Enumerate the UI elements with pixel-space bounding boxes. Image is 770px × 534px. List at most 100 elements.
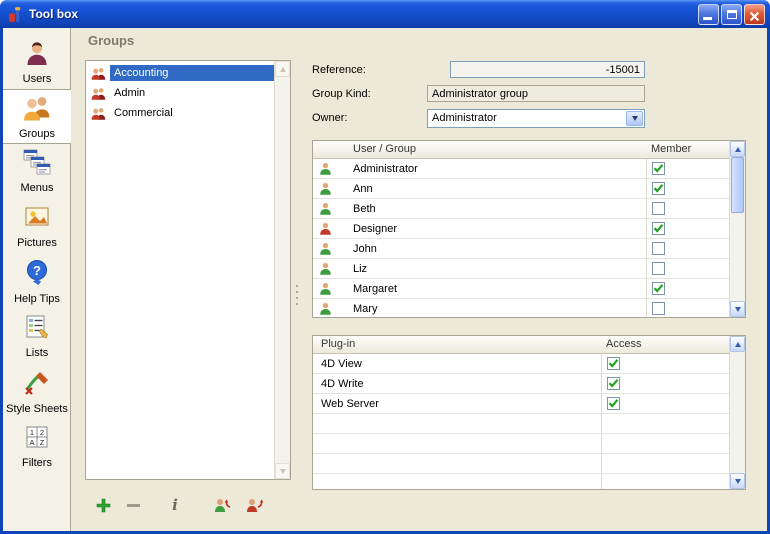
scroll-thumb[interactable]: [731, 157, 744, 213]
reference-field[interactable]: -15001: [450, 61, 645, 78]
plugin-row[interactable]: Web Server: [313, 394, 729, 414]
sidebar-item-pictures[interactable]: Pictures: [3, 199, 71, 254]
sidebar-item-label: Menus: [20, 182, 53, 194]
user-icon: [319, 162, 332, 175]
plugins-table-header: Plug-in Access: [313, 336, 729, 354]
groups-list-rows: Accounting Admin Commercial: [86, 63, 274, 123]
member-checkbox[interactable]: [652, 182, 665, 195]
toolbox-icon: [7, 5, 25, 23]
owner-label: Owner:: [312, 112, 347, 124]
scroll-down-button[interactable]: [730, 301, 745, 317]
group-list-item[interactable]: Accounting: [86, 63, 274, 83]
plugin-access-checkbox[interactable]: [607, 357, 620, 370]
sidebar-item-groups[interactable]: Groups: [3, 89, 71, 144]
plugins-scrollbar[interactable]: [729, 336, 745, 489]
add-group-button[interactable]: [93, 496, 113, 514]
sidebar-item-label: Help Tips: [14, 293, 60, 305]
member-checkbox[interactable]: [652, 282, 665, 295]
svg-text:1: 1: [30, 428, 34, 437]
arrow-up-icon: [735, 147, 741, 152]
group-list-item[interactable]: Admin: [86, 83, 274, 103]
plugin-row[interactable]: 4D Write: [313, 374, 729, 394]
filters-icon: 1 2 A Z: [24, 424, 50, 455]
member-checkbox[interactable]: [652, 262, 665, 275]
member-row[interactable]: Liz: [313, 259, 729, 279]
plugin-empty-row: [313, 454, 729, 474]
sidebar-item-menus[interactable]: Menus: [3, 144, 71, 199]
member-name: Ann: [353, 183, 373, 195]
scroll-down-button[interactable]: [730, 473, 745, 489]
sidebar-item-style-sheets[interactable]: Style Sheets: [3, 364, 71, 419]
plugin-row[interactable]: 4D View: [313, 354, 729, 374]
plugin-name: 4D Write: [321, 378, 364, 390]
member-row[interactable]: Mary: [313, 299, 729, 317]
maximize-button[interactable]: [721, 4, 742, 25]
splitter-handle[interactable]: [294, 275, 300, 315]
group-name: Accounting: [110, 65, 274, 81]
plugin-access-checkbox[interactable]: [607, 377, 620, 390]
sidebar-item-label: Lists: [26, 347, 49, 359]
scroll-up-button[interactable]: [730, 336, 745, 352]
window-title: Tool box: [29, 7, 78, 21]
plugins-table: Plug-in Access 4D View 4D Write Web Server: [312, 335, 746, 490]
member-checkbox[interactable]: [652, 302, 665, 315]
style-sheets-icon: [23, 369, 51, 401]
group-list-item[interactable]: Commercial: [86, 103, 274, 123]
member-name: Mary: [353, 303, 377, 315]
import-users-button[interactable]: [213, 496, 233, 514]
column-header-access: Access: [606, 338, 641, 350]
minimize-button[interactable]: [698, 4, 719, 25]
titlebar[interactable]: Tool box: [0, 0, 770, 28]
member-name: Margaret: [353, 283, 397, 295]
arrow-down-icon: [280, 469, 286, 474]
member-row[interactable]: Designer: [313, 219, 729, 239]
sidebar-item-label: Pictures: [17, 237, 57, 249]
close-button[interactable]: [744, 4, 765, 25]
sidebar-item-help-tips[interactable]: ? Help Tips: [3, 254, 71, 309]
member-row[interactable]: Ann: [313, 179, 729, 199]
svg-text:Z: Z: [40, 438, 45, 447]
member-checkbox[interactable]: [652, 222, 665, 235]
window-content: Users Groups: [3, 28, 767, 531]
member-checkbox[interactable]: [652, 242, 665, 255]
scroll-up-button[interactable]: [275, 61, 290, 77]
scroll-up-button[interactable]: [730, 141, 745, 157]
chevron-down-icon: [632, 116, 638, 121]
combo-dropdown-button[interactable]: [626, 111, 643, 126]
members-table-header: User / Group Member: [313, 141, 729, 159]
column-header-user-group: User / Group: [353, 143, 416, 155]
arrow-up-icon: [735, 342, 741, 347]
sidebar-item-users[interactable]: Users: [3, 34, 71, 89]
group-icon: [91, 87, 106, 100]
remove-icon: [126, 498, 141, 513]
member-row[interactable]: Margaret: [313, 279, 729, 299]
members-table: User / Group Member Administrator Ann Beth…: [312, 140, 746, 318]
arrow-down-icon: [735, 479, 741, 484]
owner-select[interactable]: Administrator: [427, 109, 645, 128]
group-kind-field[interactable]: Administrator group: [427, 85, 645, 102]
groups-list-scrollbar[interactable]: [274, 61, 290, 479]
member-row[interactable]: Beth: [313, 199, 729, 219]
members-scrollbar[interactable]: [729, 141, 745, 317]
plugin-access-checkbox[interactable]: [607, 397, 620, 410]
member-checkbox[interactable]: [652, 202, 665, 215]
members-table-body: Administrator Ann BethDesignerJohn Liz Marga…: [313, 159, 729, 317]
info-icon: i: [172, 496, 178, 514]
user-icon: [319, 222, 332, 235]
groups-list[interactable]: Accounting Admin Commercial: [85, 60, 291, 480]
add-icon: [96, 498, 111, 513]
remove-group-button[interactable]: [123, 496, 143, 514]
member-name: Administrator: [353, 163, 418, 175]
menus-icon: [23, 149, 51, 180]
member-name: Liz: [353, 263, 367, 275]
member-checkbox[interactable]: [652, 162, 665, 175]
sidebar-item-lists[interactable]: Lists: [3, 309, 71, 364]
member-row[interactable]: John: [313, 239, 729, 259]
info-button[interactable]: i: [165, 496, 185, 514]
export-users-button[interactable]: [245, 496, 265, 514]
sidebar-item-filters[interactable]: 1 2 A Z Filters: [3, 419, 71, 474]
member-row[interactable]: Administrator: [313, 159, 729, 179]
window-controls: [698, 4, 765, 25]
group-name: Admin: [110, 85, 274, 101]
scroll-down-button[interactable]: [275, 463, 290, 479]
